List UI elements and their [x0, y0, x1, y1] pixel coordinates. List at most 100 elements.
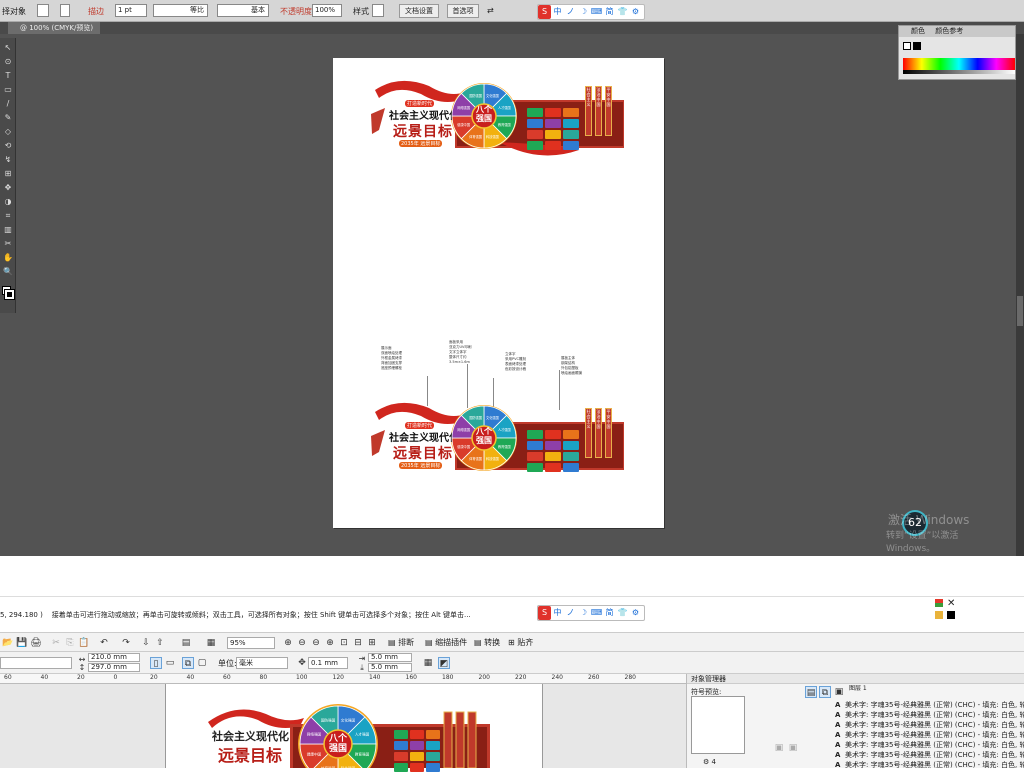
- open-icon[interactable]: 📂: [2, 637, 14, 649]
- ime2-settings-icon[interactable]: ⚙: [629, 606, 642, 620]
- ime-simplified-icon[interactable]: 简: [603, 5, 616, 19]
- eraser-tool-icon[interactable]: ◇: [1, 126, 15, 138]
- stroke-weight-input[interactable]: 1 pt: [115, 4, 147, 17]
- ai-vertical-scrollbar[interactable]: [1016, 34, 1024, 556]
- style-swatch[interactable]: [372, 4, 384, 17]
- lasso-tool-icon[interactable]: ⊙: [1, 56, 15, 68]
- graph-tool-icon[interactable]: ▥: [1, 224, 15, 236]
- layer-manager-view-icon[interactable]: ▣: [833, 686, 845, 698]
- color-tab[interactable]: 颜色: [911, 27, 925, 35]
- show-properties-icon[interactable]: ▤: [805, 686, 817, 698]
- app-launcher-icon[interactable]: ▦: [205, 637, 217, 649]
- print-icon[interactable]: 🖨: [30, 637, 42, 649]
- ime-skin-icon[interactable]: 👕: [616, 5, 629, 19]
- artboard[interactable]: 打造新时代 社会主义现代化 远景目标 2035年 远景目标 文化强国 人才强国 教育…: [333, 58, 664, 528]
- ime2-moon-icon[interactable]: ☽: [577, 606, 590, 620]
- layer-item[interactable]: ⚙ 4: [703, 758, 716, 766]
- ime2-keyboard-icon[interactable]: ⌨: [590, 606, 603, 620]
- dup-distance-x[interactable]: 5.0 mm: [368, 653, 412, 662]
- document-tab[interactable]: @ 100% (CMYK/预览): [8, 22, 100, 34]
- black-swatch[interactable]: [913, 42, 921, 50]
- ime2-skin-icon[interactable]: 👕: [616, 606, 629, 620]
- line-tool-icon[interactable]: /: [1, 98, 15, 110]
- transform-tool-icon[interactable]: ✥: [1, 182, 15, 194]
- blend-tool-icon[interactable]: ⌗: [1, 210, 15, 222]
- nudge-input[interactable]: 0.1 mm: [308, 657, 348, 669]
- fill-swatch[interactable]: [37, 4, 49, 17]
- selection-tool-icon[interactable]: ↖: [1, 42, 15, 54]
- publish-pdf-icon[interactable]: ▤: [180, 637, 192, 649]
- brush-select[interactable]: 基本: [217, 4, 269, 17]
- zoom-level-select[interactable]: 95%: [227, 637, 275, 649]
- opacity-input[interactable]: 100%: [312, 4, 342, 17]
- object-row[interactable]: A 美术字: 字魂35号-经典雅黑 (正常) (CHC) - 填充: 白色, 轮: [835, 730, 1024, 740]
- prefs-button[interactable]: 首选项: [447, 4, 479, 18]
- rotate-tool-icon[interactable]: ⟲: [1, 140, 15, 152]
- object-row[interactable]: A 美术字: 字魂35号-经典雅黑 (正常) (CHC) - 填充: 白色, 轮: [835, 700, 1024, 710]
- ime2-lang-icon[interactable]: 中: [551, 606, 564, 620]
- zoom-tool-icon[interactable]: 🔍: [1, 266, 15, 278]
- color-spectrum[interactable]: [903, 58, 1015, 70]
- ime-moon-icon[interactable]: ☽: [577, 5, 590, 19]
- undo-icon[interactable]: ↶: [98, 637, 110, 649]
- ime-toolbar-bottom[interactable]: S 中 ノ ☽ ⌨ 简 👕 ⚙: [537, 605, 645, 621]
- page-size-select[interactable]: [0, 657, 72, 669]
- copy-icon[interactable]: ⎘: [64, 637, 76, 649]
- doc-setup-button[interactable]: 文档设置: [399, 4, 439, 18]
- ime2-punct-icon[interactable]: ノ: [564, 606, 577, 620]
- cut-icon[interactable]: ✂: [50, 637, 62, 649]
- stroke-swatch[interactable]: [60, 4, 70, 17]
- color-guide-tab[interactable]: 颜色参考: [935, 27, 963, 35]
- page-height-input[interactable]: 297.0 mm: [88, 663, 140, 672]
- rectangle-tool-icon[interactable]: ▭: [1, 84, 15, 96]
- profile-select[interactable]: 等比: [153, 4, 208, 17]
- warp-tool-icon[interactable]: ↯: [1, 154, 15, 166]
- treat-as-filled-icon[interactable]: ◩: [438, 657, 450, 669]
- layout-button[interactable]: ▤ 排断: [388, 637, 414, 649]
- landscape-icon[interactable]: ▭: [164, 657, 176, 669]
- plugin-button[interactable]: ▤ 缩描插件: [425, 637, 467, 649]
- symbol-export-icon[interactable]: ▣: [787, 742, 799, 754]
- edit-across-layers-icon[interactable]: ⧉: [819, 686, 831, 698]
- units-icon[interactable]: ▦: [422, 657, 434, 669]
- import-icon[interactable]: ⇩: [140, 637, 152, 649]
- zoom-selected-icon[interactable]: ⊖: [310, 637, 322, 649]
- none-swatch[interactable]: [903, 42, 911, 50]
- zoom-all-icon[interactable]: ⊕: [324, 637, 336, 649]
- unit-select[interactable]: 毫米: [236, 657, 288, 669]
- ime-punct-icon[interactable]: ノ: [564, 5, 577, 19]
- object-row[interactable]: A 美术字: 字魂35号-经典雅黑 (正常) (CHC) - 填充: 白色, 轮: [835, 720, 1024, 730]
- gray-ramp[interactable]: [903, 70, 1015, 74]
- all-pages-icon[interactable]: ⧉: [182, 657, 194, 669]
- pencil-tool-icon[interactable]: ✎: [1, 112, 15, 124]
- portrait-icon[interactable]: ▯: [150, 657, 162, 669]
- type-tool-icon[interactable]: T: [1, 70, 15, 82]
- zoom-width-icon[interactable]: ⊟: [352, 637, 364, 649]
- mesh-tool-icon[interactable]: ⊞: [1, 168, 15, 180]
- export-icon[interactable]: ⇧: [154, 637, 166, 649]
- zoom-page-icon[interactable]: ⊡: [338, 637, 350, 649]
- hand-tool-icon[interactable]: ✋: [1, 252, 15, 264]
- dup-distance-y[interactable]: 5.0 mm: [368, 663, 412, 672]
- convert-button[interactable]: ▤ 转换: [474, 637, 500, 649]
- page-width-input[interactable]: 210.0 mm: [88, 653, 140, 662]
- object-row[interactable]: A 美术字: 字魂35号-经典雅黑 (正常) (CHC) - 填充: 白色, 轮: [835, 760, 1024, 770]
- current-page-icon[interactable]: ▢: [196, 657, 208, 669]
- object-row[interactable]: A 美术字: 字魂35号-经典雅黑 (正常) (CHC) - 填充: 白色, 轮: [835, 740, 1024, 750]
- arrange-icon[interactable]: ⇄: [487, 6, 494, 15]
- redo-icon[interactable]: ↷: [120, 637, 132, 649]
- object-row[interactable]: A 美术字: 字魂35号-经典雅黑 (正常) (CHC) - 填充: 白色, 轮: [835, 750, 1024, 760]
- stroke-color-swatch[interactable]: [4, 289, 15, 300]
- snap-button[interactable]: ⊞ 贴齐: [508, 637, 533, 649]
- object-row[interactable]: A 美术字: 字魂35号-经典雅黑 (正常) (CHC) - 填充: 白色, 轮: [835, 710, 1024, 720]
- zoom-height-icon[interactable]: ⊞: [366, 637, 378, 649]
- ime-lang-icon[interactable]: 中: [551, 5, 564, 19]
- scissors-tool-icon[interactable]: ✂: [1, 238, 15, 250]
- ime-keyboard-icon[interactable]: ⌨: [590, 5, 603, 19]
- save-icon[interactable]: 💾: [16, 637, 28, 649]
- ime-toolbar-top[interactable]: S 中 ノ ☽ ⌨ 简 👕 ⚙: [537, 4, 645, 20]
- gradient-tool-icon[interactable]: ◑: [1, 196, 15, 208]
- zoom-out-icon[interactable]: ⊖: [296, 637, 308, 649]
- ime2-simplified-icon[interactable]: 简: [603, 606, 616, 620]
- zoom-in-icon[interactable]: ⊕: [282, 637, 294, 649]
